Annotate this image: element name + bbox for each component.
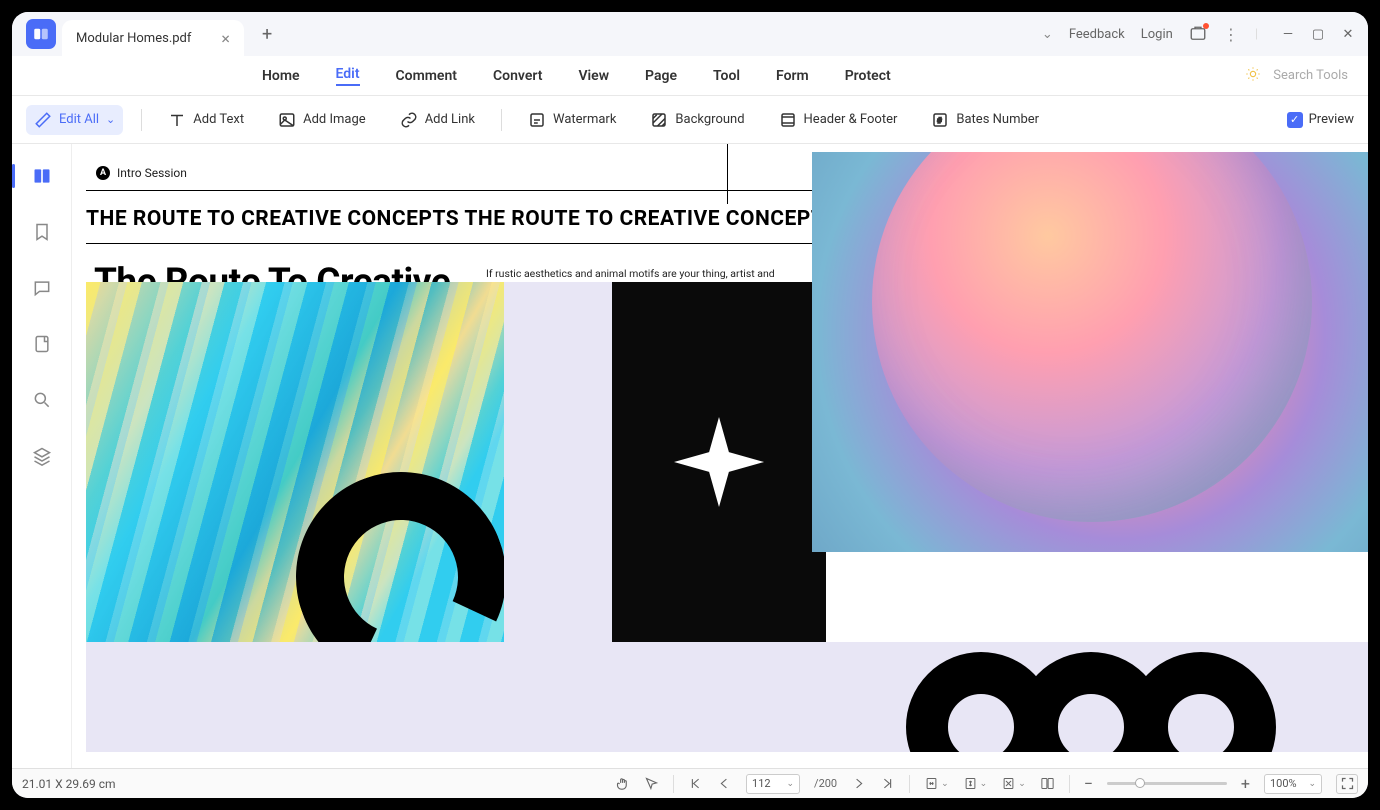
new-tab-button[interactable]: + [262,24,272,45]
menubar: Home Edit Comment Convert View Page Tool… [12,56,1368,96]
bates-icon: # [931,111,949,129]
edit-all-button[interactable]: Edit All ⌄ [26,105,123,135]
lightbulb-icon[interactable] [1245,66,1261,86]
zoom-out-icon[interactable]: − [1084,774,1093,793]
add-text-label: Add Text [193,112,244,127]
feedback-link[interactable]: Feedback [1069,27,1125,42]
zoom-input[interactable]: 100%⌄ [1264,774,1322,794]
menu-convert[interactable]: Convert [493,68,542,84]
document-tab[interactable]: Modular Homes.pdf × [62,20,244,56]
reading-mode-icon[interactable] [1040,776,1055,791]
page-input[interactable]: 112⌄ [746,774,800,794]
chevron-down-icon[interactable]: ⌄ [1042,27,1053,42]
maximize-icon[interactable]: ▢ [1310,27,1326,42]
fit-page-button[interactable]: ⌄ [1001,776,1026,791]
marble-texture-image [86,282,504,642]
sidebar-bookmarks[interactable] [24,214,60,250]
header-footer-icon [779,111,797,129]
gradient-sphere-image [812,152,1368,552]
add-link-label: Add Link [425,112,475,127]
fit-height-button[interactable]: ⌄ [963,776,988,791]
menu-comment[interactable]: Comment [396,68,457,84]
image-icon [278,111,296,129]
bates-label: Bates Number [956,112,1039,127]
header-footer-button[interactable]: Header & Footer [771,105,906,135]
watermark-button[interactable]: Watermark [520,105,624,135]
add-image-label: Add Image [303,112,366,127]
menu-form[interactable]: Form [776,68,809,84]
search-tools-input[interactable]: Search Tools [1273,68,1348,83]
text-icon [168,111,186,129]
sidebar-search[interactable] [24,382,60,418]
sidebar-thumbnails[interactable] [24,158,60,194]
add-text-button[interactable]: Add Text [160,105,252,135]
watermark-label: Watermark [553,112,616,127]
titlebar: Modular Homes.pdf × + ⌄ Feedback Login ⋮… [12,12,1368,56]
add-link-button[interactable]: Add Link [392,105,483,135]
sidebar-layers[interactable] [24,438,60,474]
menu-protect[interactable]: Protect [845,68,891,84]
hand-tool-icon[interactable] [615,776,630,791]
infinity-shape-panel [826,642,1368,752]
background-icon [650,111,668,129]
document-canvas[interactable]: AIntro Session AIntro Session THE ROUTE … [72,144,1368,768]
add-image-button[interactable]: Add Image [270,105,374,135]
page-total: /200 [814,777,837,790]
edit-toolbar: Edit All ⌄ Add Text Add Image Add Link W… [12,96,1368,144]
chevron-down-icon: ⌄ [106,113,115,126]
login-link[interactable]: Login [1141,27,1173,42]
edit-icon [34,111,52,129]
sidebar [12,144,72,768]
last-page-icon[interactable] [880,776,895,791]
menu-page[interactable]: Page [645,68,677,84]
checkbox-icon: ✓ [1287,112,1303,128]
black-panel [612,282,826,642]
menu-tool[interactable]: Tool [713,68,740,84]
ring-shape [266,442,504,642]
background-label: Background [675,112,744,127]
next-page-icon[interactable] [851,776,866,791]
fit-width-button[interactable]: ⌄ [924,776,949,791]
fullscreen-icon[interactable] [1336,774,1358,794]
sidebar-attachments[interactable] [24,326,60,362]
preview-toggle[interactable]: ✓ Preview [1287,112,1354,128]
prev-page-icon[interactable] [717,776,732,791]
intro-session-left: AIntro Session [96,166,187,180]
svg-text:#: # [937,116,942,125]
background-button[interactable]: Background [642,105,752,135]
tab-title: Modular Homes.pdf [76,31,191,46]
first-page-icon[interactable] [688,776,703,791]
zoom-slider[interactable] [1107,782,1227,785]
close-window-icon[interactable]: ✕ [1340,27,1356,42]
zoom-in-icon[interactable]: + [1241,774,1250,793]
app-logo[interactable] [26,19,56,49]
bates-number-button[interactable]: # Bates Number [923,105,1047,135]
more-menu-icon[interactable]: ⋮ [1223,25,1239,44]
sidebar-comments[interactable] [24,270,60,306]
document-page: AIntro Session AIntro Session THE ROUTE … [86,144,1368,752]
select-tool-icon[interactable] [644,776,659,791]
link-icon [400,111,418,129]
menu-home[interactable]: Home [262,68,300,84]
notification-icon[interactable] [1189,25,1207,43]
tab-close-icon[interactable]: × [221,29,230,48]
preview-label: Preview [1309,112,1354,127]
watermark-icon [528,111,546,129]
menu-edit[interactable]: Edit [336,66,360,86]
edit-all-label: Edit All [59,112,99,127]
header-footer-label: Header & Footer [804,112,898,127]
menu-view[interactable]: View [578,68,609,84]
statusbar: 21.01 X 29.69 cm 112⌄ /200 ⌄ ⌄ ⌄ − + 100… [12,768,1368,798]
minimize-icon[interactable]: — [1280,27,1296,42]
page-dimensions: 21.01 X 29.69 cm [22,777,116,791]
sparkle-icon [674,417,764,507]
